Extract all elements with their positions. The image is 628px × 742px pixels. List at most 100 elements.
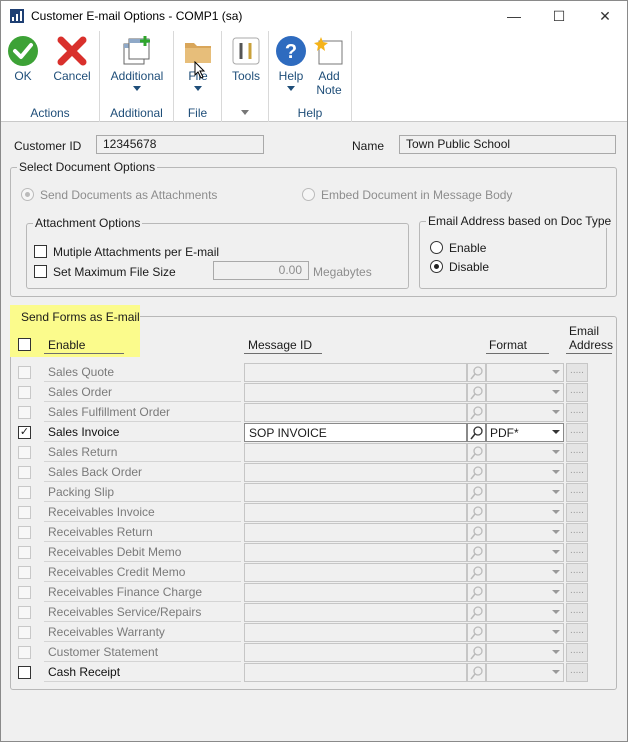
form-enable-checkbox[interactable]	[18, 666, 31, 679]
format-select[interactable]	[486, 523, 564, 542]
name-field[interactable]: Town Public School	[399, 135, 616, 154]
message-id-field[interactable]	[244, 643, 467, 662]
message-id-lookup-button[interactable]	[467, 623, 486, 642]
email-by-doc-type-enable-radio[interactable]	[430, 241, 443, 254]
format-select[interactable]	[486, 503, 564, 522]
message-id-field[interactable]	[244, 463, 467, 482]
message-id-lookup-button[interactable]	[467, 403, 486, 422]
email-address-button[interactable]: .....	[566, 563, 588, 582]
additional-button[interactable]: Additional	[105, 35, 169, 91]
message-id-field[interactable]	[244, 363, 467, 382]
message-id-lookup-button[interactable]	[467, 523, 486, 542]
message-id-field[interactable]	[244, 563, 467, 582]
customer-id-field[interactable]: 12345678	[96, 135, 264, 154]
form-enable-checkbox[interactable]	[18, 366, 31, 379]
format-select[interactable]: PDF*	[486, 423, 564, 442]
form-enable-checkbox[interactable]	[18, 386, 31, 399]
message-id-field[interactable]	[244, 543, 467, 562]
email-address-button[interactable]: .....	[566, 383, 588, 402]
format-select[interactable]	[486, 603, 564, 622]
form-enable-checkbox[interactable]	[18, 486, 31, 499]
format-select[interactable]	[486, 543, 564, 562]
send-as-attachments-radio[interactable]	[21, 188, 34, 201]
email-address-button[interactable]: .....	[566, 423, 588, 442]
email-address-button[interactable]: .....	[566, 463, 588, 482]
multiple-attachments-checkbox[interactable]	[34, 245, 47, 258]
file-size-field[interactable]: 0.00	[213, 261, 309, 280]
form-enable-checkbox[interactable]	[18, 406, 31, 419]
message-id-lookup-button[interactable]	[467, 583, 486, 602]
format-select[interactable]	[486, 403, 564, 422]
embed-in-body-radio[interactable]	[302, 188, 315, 201]
form-enable-checkbox[interactable]	[18, 646, 31, 659]
form-enable-checkbox[interactable]	[18, 606, 31, 619]
close-button[interactable]: ✕	[582, 1, 628, 31]
email-address-button[interactable]: .....	[566, 543, 588, 562]
email-address-button[interactable]: .....	[566, 603, 588, 622]
help-button[interactable]: ? Help	[275, 35, 307, 91]
message-id-lookup-button[interactable]	[467, 363, 486, 382]
form-enable-checkbox[interactable]	[18, 566, 31, 579]
message-id-field[interactable]	[244, 503, 467, 522]
message-id-lookup-button[interactable]	[467, 423, 486, 442]
format-select[interactable]	[486, 583, 564, 602]
ok-button[interactable]: OK	[7, 35, 39, 83]
format-select[interactable]	[486, 443, 564, 462]
message-id-field[interactable]	[244, 583, 467, 602]
message-id-lookup-button[interactable]	[467, 483, 486, 502]
format-select[interactable]	[486, 383, 564, 402]
email-address-button[interactable]: .....	[566, 583, 588, 602]
form-row-label: Sales Invoice	[44, 423, 241, 442]
message-id-field[interactable]	[244, 443, 467, 462]
message-id-field[interactable]	[244, 403, 467, 422]
message-id-lookup-button[interactable]	[467, 603, 486, 622]
email-address-button[interactable]: .....	[566, 623, 588, 642]
email-address-button[interactable]: .....	[566, 643, 588, 662]
message-id-lookup-button[interactable]	[467, 563, 486, 582]
maximize-button[interactable]: ☐	[536, 1, 582, 31]
message-id-field[interactable]	[244, 603, 467, 622]
form-enable-checkbox[interactable]	[18, 506, 31, 519]
message-id-field[interactable]	[244, 623, 467, 642]
email-address-button[interactable]: .....	[566, 663, 588, 682]
message-id-field[interactable]: SOP INVOICE	[244, 423, 467, 442]
form-enable-checkbox[interactable]	[18, 546, 31, 559]
format-select[interactable]	[486, 363, 564, 382]
add-note-button[interactable]: Add Note	[313, 35, 345, 97]
form-enable-checkbox[interactable]	[18, 586, 31, 599]
message-id-lookup-button[interactable]	[467, 643, 486, 662]
message-id-lookup-button[interactable]	[467, 463, 486, 482]
message-id-field[interactable]	[244, 383, 467, 402]
message-id-field[interactable]	[244, 523, 467, 542]
form-enable-checkbox[interactable]: ✓	[18, 426, 31, 439]
message-id-lookup-button[interactable]	[467, 443, 486, 462]
form-enable-checkbox[interactable]	[18, 466, 31, 479]
message-id-lookup-button[interactable]	[467, 543, 486, 562]
format-select[interactable]	[486, 623, 564, 642]
tools-button[interactable]: Tools	[230, 35, 262, 83]
format-select[interactable]	[486, 663, 564, 682]
enable-all-checkbox[interactable]	[18, 338, 31, 351]
format-select[interactable]	[486, 463, 564, 482]
email-by-doc-type-disable-radio[interactable]	[430, 260, 443, 273]
message-id-lookup-button[interactable]	[467, 663, 486, 682]
form-enable-checkbox[interactable]	[18, 526, 31, 539]
format-select[interactable]	[486, 483, 564, 502]
email-address-button[interactable]: .....	[566, 363, 588, 382]
email-address-button[interactable]: .....	[566, 503, 588, 522]
email-address-button[interactable]: .....	[566, 403, 588, 422]
cancel-button[interactable]: Cancel	[51, 35, 93, 83]
email-address-button[interactable]: .....	[566, 523, 588, 542]
email-address-button[interactable]: .....	[566, 443, 588, 462]
message-id-lookup-button[interactable]	[467, 503, 486, 522]
form-enable-checkbox[interactable]	[18, 626, 31, 639]
message-id-field[interactable]	[244, 483, 467, 502]
format-select[interactable]	[486, 643, 564, 662]
max-file-size-checkbox[interactable]	[34, 265, 47, 278]
minimize-button[interactable]: —	[491, 1, 537, 31]
message-id-field[interactable]	[244, 663, 467, 682]
format-select[interactable]	[486, 563, 564, 582]
message-id-lookup-button[interactable]	[467, 383, 486, 402]
email-address-button[interactable]: .....	[566, 483, 588, 502]
form-enable-checkbox[interactable]	[18, 446, 31, 459]
